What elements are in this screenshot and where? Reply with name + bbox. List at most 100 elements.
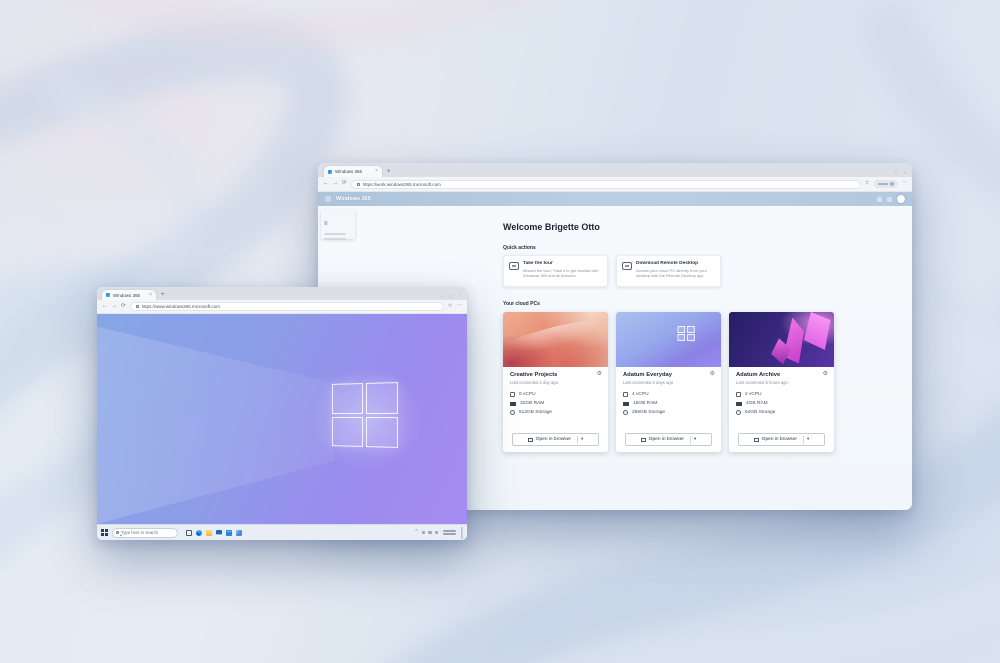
close-icon[interactable]: × — [459, 293, 461, 298]
browser-window-cloud-pc: Windows 365 × + – ▢ × ← → ⟳ https://www.… — [97, 287, 467, 540]
forward-icon[interactable]: → — [333, 181, 339, 187]
chevron-down-icon[interactable]: ▾ — [694, 437, 696, 442]
open-in-browser-button[interactable]: Open in browser ▾ — [738, 433, 825, 446]
quick-actions-heading: Quick actions — [503, 245, 843, 251]
browser-tab[interactable]: Windows 365 × — [102, 290, 156, 300]
window-controls[interactable]: – ▢ × — [435, 291, 467, 300]
lock-icon — [357, 183, 360, 186]
profile-avatar-icon — [890, 182, 894, 186]
ram-spec: 4GB RAM — [746, 401, 768, 406]
close-icon[interactable]: × — [904, 170, 906, 175]
cloud-pcs-heading: Your cloud PCs — [503, 301, 843, 307]
nav-flyout[interactable]: ≡ — [321, 209, 355, 239]
remote-desktop-icon — [622, 262, 632, 270]
open-in-browser-button[interactable]: Open in browser ▾ — [625, 433, 712, 446]
browser-window-icon — [528, 438, 533, 442]
taskbar-clock[interactable] — [443, 530, 456, 536]
refresh-icon[interactable]: ⟳ — [121, 304, 126, 310]
crystal-shape — [803, 312, 831, 352]
address-bar[interactable]: https://www.windows365.microsoft.com — [130, 302, 444, 311]
lock-icon — [136, 305, 139, 308]
page-title: Welcome Brigette Otto — [503, 222, 843, 232]
minimize-icon[interactable]: – — [441, 293, 443, 298]
address-bar[interactable]: https://work.windows365.microsoft.com — [351, 180, 861, 189]
browser-window-icon — [641, 438, 646, 442]
storage-spec: 256GB Storage — [632, 410, 665, 415]
browser-menu-icon[interactable]: ⋯ — [902, 181, 908, 187]
nav-item-placeholder — [324, 238, 346, 240]
ram-icon — [510, 402, 516, 406]
cpu-spec: 4 vCPU — [632, 392, 649, 397]
maximize-icon[interactable]: ▢ — [449, 293, 453, 298]
windows-logo-icon — [332, 382, 398, 448]
tab-strip: Windows 365 × + – ▢ × — [97, 287, 467, 300]
account-avatar[interactable] — [897, 195, 905, 203]
tab-close-icon[interactable]: × — [375, 169, 378, 174]
nav-item-placeholder — [324, 233, 346, 235]
network-icon[interactable] — [422, 531, 426, 535]
cloud-pc-thumbnail — [616, 312, 721, 367]
storage-spec: 64GB Storage — [745, 410, 775, 415]
tab-close-icon[interactable]: × — [149, 293, 152, 298]
new-tab-button[interactable]: + — [387, 169, 391, 175]
browser-tab[interactable]: Windows 365 × — [324, 166, 382, 177]
chevron-down-icon[interactable]: ▾ — [581, 437, 583, 442]
start-button[interactable] — [101, 529, 108, 536]
hamburger-menu-icon[interactable]: ≡ — [324, 221, 328, 227]
cloud-pc-thumbnail — [729, 312, 834, 367]
back-icon[interactable]: ← — [102, 304, 108, 310]
app-launcher-icon[interactable] — [325, 196, 331, 202]
cpu-icon — [736, 392, 741, 397]
favorite-star-icon[interactable]: ☆ — [865, 181, 870, 187]
last-connected: Last connected 2 days ago — [623, 380, 714, 385]
cloud-pc-name: Adatum Everyday — [623, 372, 714, 378]
search-input[interactable] — [121, 530, 174, 535]
settings-icon[interactable] — [877, 197, 882, 202]
profile-chip[interactable] — [874, 180, 898, 188]
ram-spec: 16GB RAM — [633, 401, 657, 406]
microsoft-store-icon[interactable] — [216, 530, 222, 536]
storage-icon — [510, 410, 515, 415]
tab-title: Windows 365 — [335, 169, 362, 174]
chevron-down-icon[interactable]: ▾ — [807, 437, 809, 442]
url-text: https://work.windows365.microsoft.com — [363, 182, 441, 187]
open-in-browser-button[interactable]: Open in browser ▾ — [512, 433, 599, 446]
quick-action-download-remote-desktop[interactable]: Download Remote Desktop Access your clou… — [616, 255, 721, 287]
button-divider — [690, 436, 691, 444]
last-connected: Last connected 1 day ago — [510, 380, 601, 385]
cloud-pc-thumbnail — [503, 312, 608, 367]
search-icon — [116, 531, 119, 534]
battery-icon[interactable] — [435, 531, 439, 535]
quick-action-take-tour[interactable]: Take the tour Missed the tour? Take it t… — [503, 255, 608, 287]
help-icon[interactable] — [887, 197, 892, 202]
maximize-icon[interactable]: ▢ — [894, 170, 898, 175]
photos-icon[interactable] — [236, 530, 242, 536]
taskbar: ⌃ — [97, 524, 467, 540]
volume-icon[interactable] — [428, 531, 432, 535]
mail-icon[interactable] — [226, 530, 232, 536]
back-icon[interactable]: ← — [323, 181, 329, 187]
window-controls[interactable]: – ▢ × — [880, 168, 912, 177]
storage-spec: 512GB Storage — [519, 410, 552, 415]
tab-favicon-icon — [328, 170, 332, 174]
show-desktop-button[interactable] — [461, 527, 463, 539]
task-view-icon[interactable] — [186, 530, 192, 536]
browser-toolbar: ← → ⟳ https://work.windows365.microsoft.… — [318, 177, 912, 192]
file-explorer-icon[interactable] — [206, 530, 212, 536]
forward-icon[interactable]: → — [112, 304, 118, 310]
gear-icon[interactable]: ⚙ — [710, 371, 715, 377]
tab-title: Windows 365 — [113, 293, 140, 298]
tray-expand-icon[interactable]: ⌃ — [414, 530, 418, 535]
quick-action-title: Take the tour — [523, 261, 602, 266]
button-divider — [577, 436, 578, 444]
gear-icon[interactable]: ⚙ — [597, 371, 602, 377]
refresh-icon[interactable]: ⟳ — [342, 181, 347, 187]
browser-menu-icon[interactable]: ⋯ — [457, 304, 463, 310]
edge-icon[interactable] — [196, 530, 202, 536]
favorite-star-icon[interactable]: ☆ — [448, 304, 453, 310]
gear-icon[interactable]: ⚙ — [823, 371, 828, 377]
taskbar-search[interactable] — [112, 528, 178, 538]
new-tab-button[interactable]: + — [161, 292, 165, 298]
minimize-icon[interactable]: – — [886, 170, 888, 175]
windows-desktop-wallpaper — [97, 314, 467, 524]
